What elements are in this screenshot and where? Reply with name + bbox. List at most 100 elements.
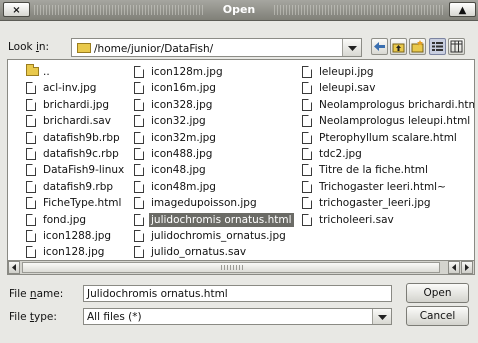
chevron-down-icon: [347, 46, 357, 51]
list-item[interactable]: datafish9.rbp: [26, 179, 136, 195]
file-icon: [134, 147, 144, 160]
list-item[interactable]: tdc2.jpg: [302, 146, 474, 162]
list-item[interactable]: Titre de la fiche.html: [302, 162, 474, 178]
arrow-right-icon: [465, 264, 469, 271]
arrow-left-icon: [452, 264, 456, 271]
list-item[interactable]: icon16m.jpg: [134, 80, 304, 96]
title-grip-right: [274, 5, 444, 15]
file-icon: [134, 180, 144, 193]
list-item[interactable]: icon48.jpg: [134, 162, 304, 178]
list-item[interactable]: datafish9b.rbp: [26, 130, 136, 146]
title-bar[interactable]: × Open ▲: [0, 0, 478, 21]
new-folder-icon: [411, 40, 424, 53]
chevron-down-icon: [377, 315, 387, 320]
window-title: Open: [222, 3, 256, 16]
file-icon: [26, 164, 36, 177]
list-item-selected[interactable]: julidochromis ornatus.html: [134, 212, 304, 228]
list-item[interactable]: Neolamprologus leleupi.html: [302, 113, 474, 129]
detail-view-icon: [450, 40, 463, 53]
list-item[interactable]: icon128.jpg: [26, 244, 136, 260]
list-item[interactable]: imagedupoisson.jpg: [134, 195, 304, 211]
maximize-button[interactable]: ▲: [449, 2, 476, 17]
list-view-button[interactable]: [429, 38, 446, 55]
file-name-label: File name:: [9, 288, 64, 300]
file-type-dropdown-button[interactable]: [372, 309, 391, 324]
file-icon: [134, 82, 144, 95]
maximize-icon: ▲: [458, 5, 467, 16]
file-icon: [134, 115, 144, 128]
file-name-input[interactable]: Julidochromis ornatus.html: [83, 285, 392, 302]
scroll-thumb[interactable]: [22, 262, 440, 273]
list-item[interactable]: brichardi.jpg: [26, 97, 136, 113]
list-item[interactable]: icon328.jpg: [134, 97, 304, 113]
list-item[interactable]: Neolamprologus brichardi.htm: [302, 97, 474, 113]
close-icon: ×: [12, 5, 21, 16]
list-item[interactable]: julido_ornatus.sav: [134, 244, 304, 260]
file-type-select[interactable]: All files (*): [83, 308, 392, 325]
list-item[interactable]: icon48m.jpg: [134, 179, 304, 195]
up-folder-icon: [392, 43, 405, 53]
file-icon: [26, 131, 36, 144]
list-item[interactable]: leleupi.sav: [302, 80, 474, 96]
folder-icon: [26, 64, 39, 76]
file-icon: [302, 82, 312, 95]
up-folder-button[interactable]: [390, 38, 407, 55]
open-button[interactable]: Open: [406, 283, 469, 303]
file-icon: [302, 180, 312, 193]
file-icon: [134, 164, 144, 177]
file-icon: [134, 213, 144, 226]
back-button[interactable]: [371, 38, 388, 55]
file-column-3: leleupi.jpg leleupi.sav Neolamprologus b…: [302, 64, 474, 228]
file-list[interactable]: .. acl-inv.jpg brichardi.jpg brichardi.s…: [7, 59, 475, 274]
file-icon: [26, 197, 36, 210]
file-icon: [302, 147, 312, 160]
scroll-left-button-right[interactable]: [448, 261, 460, 274]
file-column-1: .. acl-inv.jpg brichardi.jpg brichardi.s…: [26, 64, 136, 261]
file-icon: [26, 147, 36, 160]
new-folder-button[interactable]: [409, 38, 426, 55]
close-button[interactable]: ×: [3, 2, 30, 17]
file-icon: [134, 131, 144, 144]
horizontal-scrollbar[interactable]: [7, 260, 475, 275]
list-item[interactable]: datafish9c.rbp: [26, 146, 136, 162]
look-in-label: Look in:: [8, 41, 50, 53]
file-icon: [26, 98, 36, 111]
list-item[interactable]: trichogaster_leeri.jpg: [302, 195, 474, 211]
file-icon: [26, 115, 36, 128]
file-icon: [26, 82, 36, 95]
file-icon: [134, 197, 144, 210]
file-icon: [26, 246, 36, 259]
list-item[interactable]: Trichogaster leeri.html~: [302, 179, 474, 195]
list-item[interactable]: ..: [26, 64, 136, 80]
scroll-right-button[interactable]: [461, 261, 473, 274]
file-icon: [134, 98, 144, 111]
file-icon: [26, 229, 36, 242]
list-item[interactable]: FicheType.html: [26, 195, 136, 211]
list-view-icon: [432, 42, 443, 51]
arrow-left-icon: [12, 264, 16, 271]
list-item[interactable]: icon128m.jpg: [134, 64, 304, 80]
file-icon: [302, 131, 312, 144]
list-item[interactable]: DataFish9-linux: [26, 162, 136, 178]
list-item[interactable]: acl-inv.jpg: [26, 80, 136, 96]
folder-icon: [77, 43, 91, 53]
list-item[interactable]: icon32.jpg: [134, 113, 304, 129]
file-icon: [302, 66, 312, 78]
look-in-dropdown-button[interactable]: [342, 39, 361, 56]
list-item[interactable]: julidochromis_ornatus.jpg: [134, 228, 304, 244]
scroll-left-button[interactable]: [8, 261, 20, 274]
file-icon: [134, 246, 144, 259]
file-type-label: File type:: [9, 311, 57, 323]
list-item[interactable]: brichardi.sav: [26, 113, 136, 129]
cancel-button[interactable]: Cancel: [406, 306, 469, 326]
list-item[interactable]: icon1288.jpg: [26, 228, 136, 244]
list-item[interactable]: Pterophyllum scalare.html: [302, 130, 474, 146]
file-icon: [302, 213, 312, 226]
list-item[interactable]: leleupi.jpg: [302, 64, 474, 80]
list-item[interactable]: icon488.jpg: [134, 146, 304, 162]
list-item[interactable]: tricholeeri.sav: [302, 212, 474, 228]
look-in-combo[interactable]: /home/junior/DataFish/: [71, 38, 362, 57]
list-item[interactable]: icon32m.jpg: [134, 130, 304, 146]
detail-view-button[interactable]: [448, 38, 465, 55]
list-item[interactable]: fond.jpg: [26, 212, 136, 228]
